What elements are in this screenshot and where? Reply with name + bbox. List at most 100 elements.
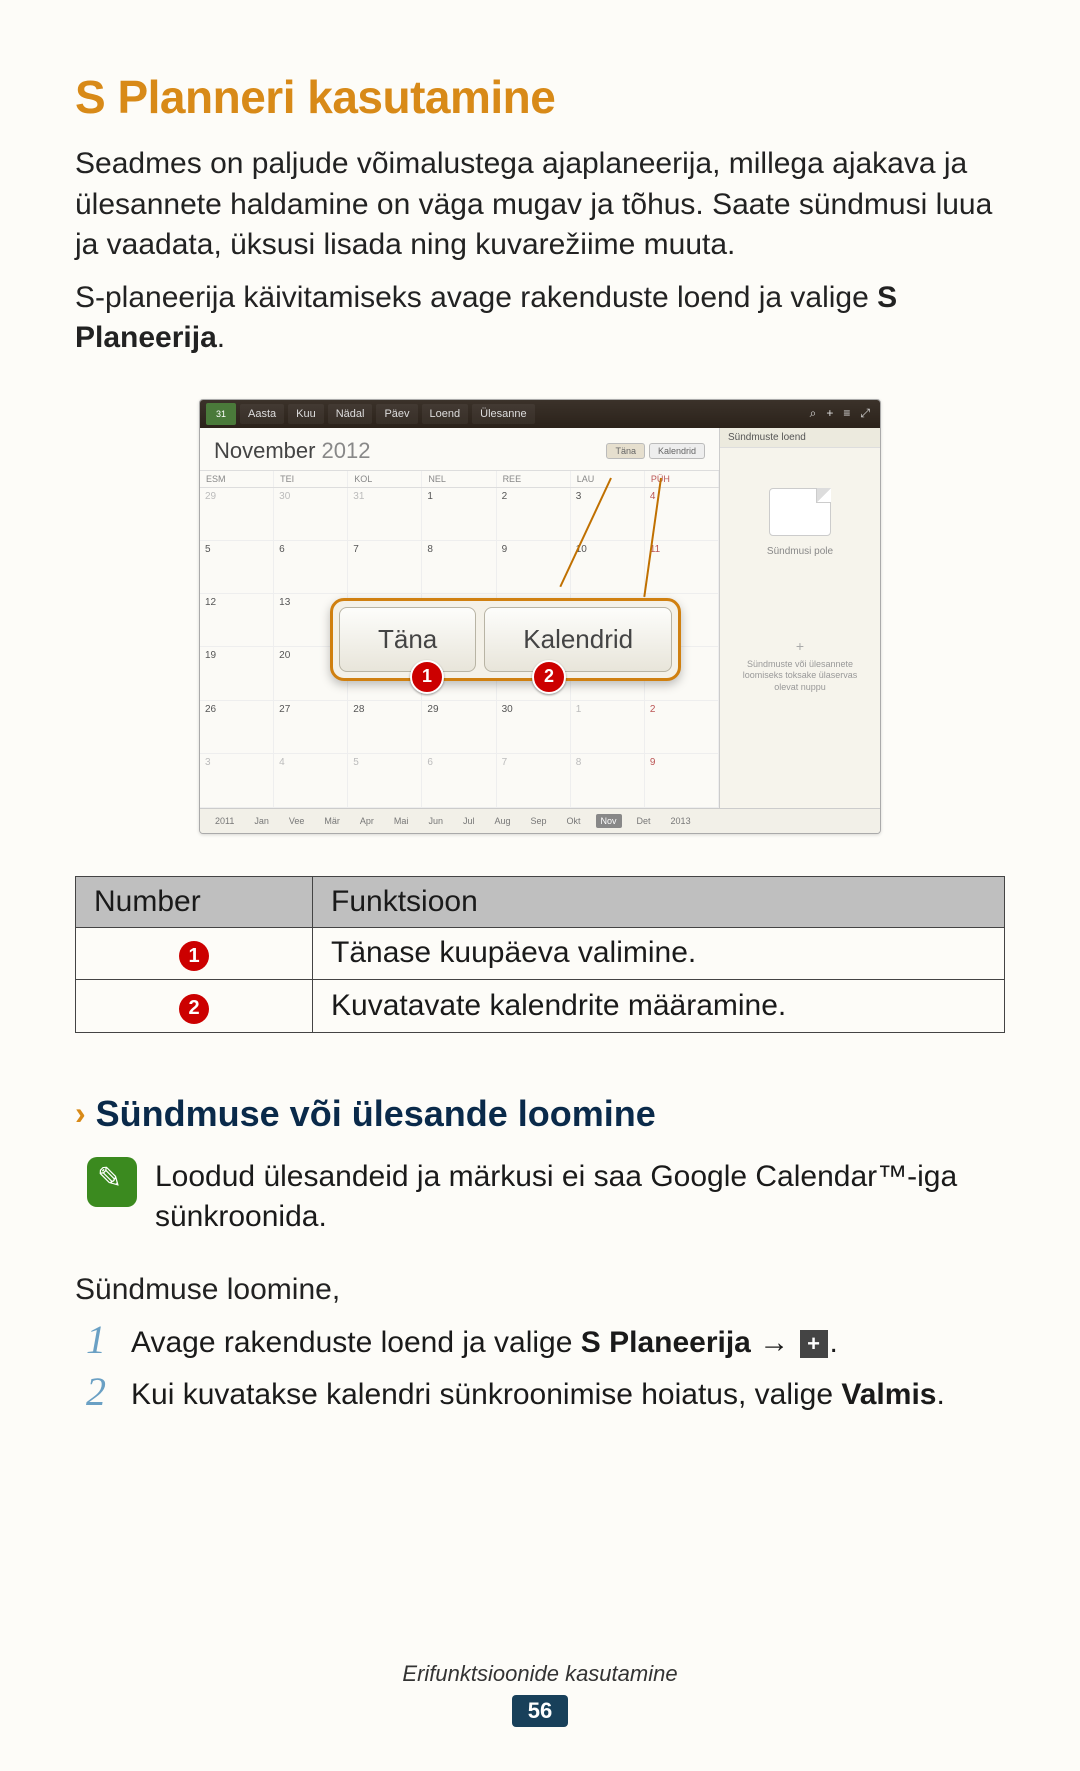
menu-icon: ≡	[843, 406, 850, 421]
document-icon	[769, 488, 831, 536]
calendar-cell: 30	[274, 488, 348, 541]
calendar-cell: 29	[200, 488, 274, 541]
side-hint-text: Sündmuste või ülesannete loomiseks toksa…	[743, 659, 858, 692]
month-header: November 2012 Täna Kalendrid	[200, 428, 719, 470]
calendar-cell: 2	[645, 701, 719, 754]
calendar-cell: 3	[200, 754, 274, 807]
plus-icon: +	[826, 406, 833, 421]
calendar-area: November 2012 Täna Kalendrid ESM TEI KOL…	[200, 428, 720, 808]
calendar-cell: 5	[348, 754, 422, 807]
step-1-a: Avage rakenduste loend ja valige	[131, 1326, 581, 1359]
screenshot-topbar: 31 Aasta Kuu Nädal Päev Loend Ülesanne ⌕…	[200, 400, 880, 428]
tab-day: Päev	[376, 404, 417, 424]
month-det: Det	[632, 814, 656, 828]
calendar-cell: 7	[348, 541, 422, 594]
dow-mon: ESM	[200, 471, 274, 487]
calendar-cell: 1	[571, 701, 645, 754]
step-2: 2 Kui kuvatakse kalendri sünkroonimise h…	[79, 1374, 1005, 1416]
row-1-desc: Tänase kuupäeva valimine.	[313, 927, 1005, 980]
calendar-cell: 9	[645, 754, 719, 807]
subheading-text: Sündmuse või ülesande loomine	[96, 1093, 656, 1135]
month-jun: Jun	[423, 814, 448, 828]
calendar-cell: 3	[571, 488, 645, 541]
calendar-cell: 8	[571, 754, 645, 807]
dow-fri: REE	[497, 471, 571, 487]
side-panel: Sündmuste loend Sündmusi pole + Sündmust…	[720, 428, 880, 808]
popup-today-button: Täna	[339, 607, 476, 672]
dow-thu: NEL	[422, 471, 496, 487]
steps-intro: Sündmuse loomine,	[75, 1270, 1005, 1311]
step-1: 1 Avage rakenduste loend ja valige S Pla…	[79, 1322, 1005, 1364]
row-1-badge: 1	[179, 941, 209, 971]
step-1-body: Avage rakenduste loend ja valige S Plane…	[131, 1322, 838, 1364]
month-jan: Jan	[249, 814, 274, 828]
table-row: 1 Tänase kuupäeva valimine.	[76, 927, 1005, 980]
tab-week: Nädal	[328, 404, 373, 424]
chevron-icon: ›	[75, 1095, 86, 1132]
row-2-badge: 2	[179, 994, 209, 1024]
calendar-cell: 28	[348, 701, 422, 754]
steps-list: 1 Avage rakenduste loend ja valige S Pla…	[79, 1322, 1005, 1426]
step-2-bold: Valmis	[841, 1378, 936, 1411]
header-btn-calendars: Kalendrid	[649, 443, 705, 459]
tab-year: Aasta	[240, 404, 284, 424]
function-table: Number Funktsioon 1 Tänase kuupäeva vali…	[75, 876, 1005, 1033]
month-year: 2012	[321, 438, 370, 464]
side-hint: + Sündmuste või ülesannete loomiseks tok…	[720, 637, 880, 694]
app-icon: 31	[206, 403, 236, 425]
intro-2-c: .	[217, 321, 225, 354]
th-number: Number	[76, 876, 313, 927]
row-1-num: 1	[76, 927, 313, 980]
step-1-bold: S Planeerija	[581, 1326, 751, 1359]
row-2-num: 2	[76, 980, 313, 1033]
calendar-cell: 8	[422, 541, 496, 594]
side-panel-title: Sündmuste loend	[720, 428, 880, 448]
plus-icon-inline: +	[800, 1330, 828, 1358]
year-right: 2013	[666, 814, 696, 828]
month-okt: Okt	[562, 814, 586, 828]
footer-label: Erifunktsioonide kasutamine	[0, 1661, 1080, 1687]
row-2-desc: Kuvatavate kalendrite määramine.	[313, 980, 1005, 1033]
day-of-week-row: ESM TEI KOL NEL REE LAU PÜH	[200, 470, 719, 488]
dow-sun: PÜH	[645, 471, 719, 487]
page-number: 56	[512, 1695, 568, 1727]
month-sep: Sep	[525, 814, 551, 828]
month-aug: Aug	[489, 814, 515, 828]
calendar-cell: 5	[200, 541, 274, 594]
tab-task: Ülesanne	[472, 404, 534, 424]
app-screenshot: 31 Aasta Kuu Nädal Päev Loend Ülesanne ⌕…	[199, 399, 881, 834]
month-mär: Mär	[319, 814, 345, 828]
calendar-cell: 29	[422, 701, 496, 754]
calendar-cell: 7	[497, 754, 571, 807]
step-2-a: Kui kuvatakse kalendri sünkroonimise hoi…	[131, 1378, 841, 1411]
calendar-cell: 12	[200, 594, 274, 647]
tab-month: Kuu	[288, 404, 324, 424]
intro-2-a: S-planeerija käivitamiseks avage rakendu…	[75, 281, 877, 314]
page-footer: Erifunktsioonide kasutamine 56	[0, 1661, 1080, 1727]
step-1-b: →	[751, 1326, 798, 1359]
dow-wed: KOL	[348, 471, 422, 487]
tab-list: Loend	[422, 404, 469, 424]
calendar-cell: 2	[497, 488, 571, 541]
intro-paragraph-2: S-planeerija käivitamiseks avage rakendu…	[75, 278, 1005, 359]
popup-calendars-button: Kalendrid	[484, 607, 672, 672]
month-name: November	[214, 438, 315, 464]
callout-badge-2: 2	[532, 660, 566, 694]
table-row: 2 Kuvatavate kalendrite määramine.	[76, 980, 1005, 1033]
step-2-body: Kui kuvatakse kalendri sünkroonimise hoi…	[131, 1374, 945, 1416]
month-jul: Jul	[458, 814, 480, 828]
month-vee: Vee	[284, 814, 310, 828]
calendar-cell: 10	[571, 541, 645, 594]
month-scrubber: 2011JanVeeMärAprMaiJunJulAugSepOktNovDet…	[200, 808, 880, 833]
subheading-row: › Sündmuse või ülesande loomine	[75, 1093, 1005, 1135]
calendar-cell: 6	[422, 754, 496, 807]
year-left: 2011	[210, 814, 239, 828]
search-icon: ⌕	[810, 406, 817, 421]
calendar-cell: 19	[200, 647, 274, 700]
step-1-number: 1	[79, 1320, 113, 1360]
note-block: Loodud ülesandeid ja märkusi ei saa Goog…	[75, 1157, 1005, 1238]
calendar-cell: 26	[200, 701, 274, 754]
page-title: S Planneri kasutamine	[75, 70, 1005, 124]
th-function: Funktsioon	[313, 876, 1005, 927]
month-mai: Mai	[389, 814, 414, 828]
